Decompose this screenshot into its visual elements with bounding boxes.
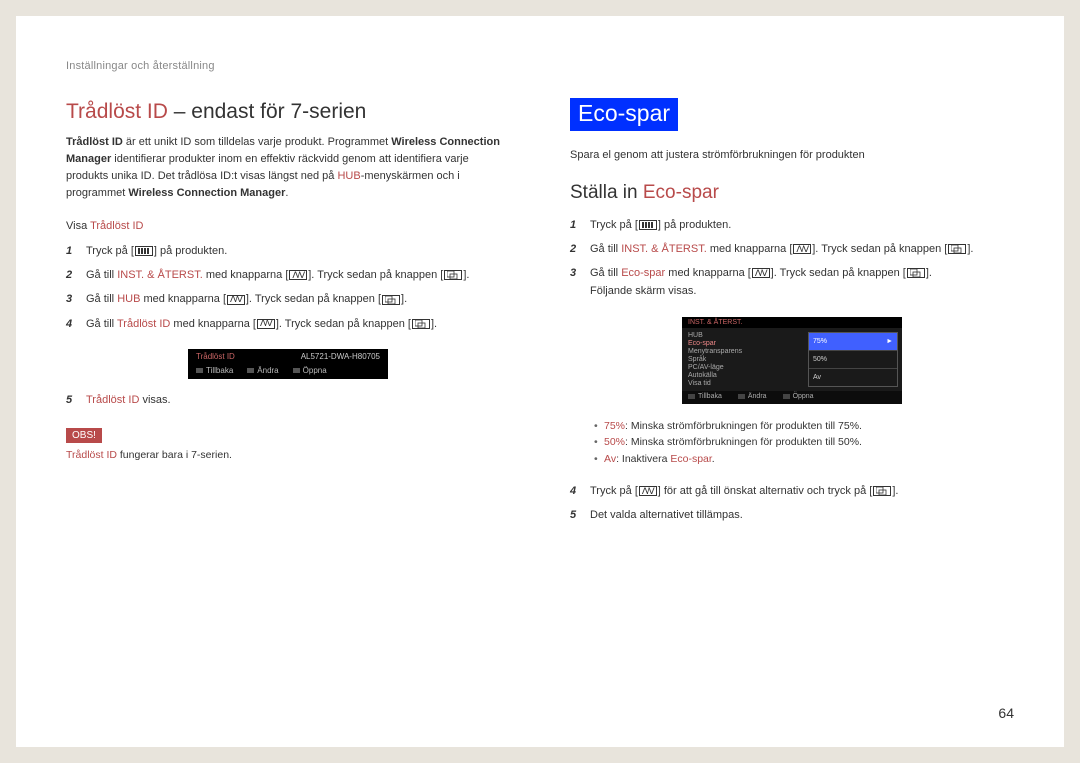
left-step-5: Trådlöst ID visas.	[66, 391, 510, 409]
updown-icon: ᐱ/ᐯ	[793, 244, 811, 254]
eco-spar-heading: Eco-spar	[570, 98, 678, 131]
heading-stalla-in: Ställa in Eco-spar	[570, 182, 1014, 204]
enter-icon	[412, 319, 430, 329]
obs-note: Trådlöst ID fungerar bara i 7-serien.	[66, 449, 510, 461]
option-off: Av: Inaktivera Eco-spar.	[594, 451, 1014, 468]
updown-icon: ᐱ/ᐯ	[257, 319, 275, 329]
right-step-2: Gå till INST. & ÅTERST. med knapparna [ᐱ…	[570, 240, 1014, 258]
intro-paragraph: Trådlöst ID är ett unikt ID som tilldela…	[66, 134, 510, 202]
heading-wireless-id: Trådlöst ID – endast för 7-serien	[66, 100, 510, 124]
manual-page: Inställningar och återställning Trådlöst…	[16, 16, 1064, 747]
left-step-3: Gå till HUB med knapparna [ᐱ/ᐯ]. Tryck s…	[66, 290, 510, 308]
right-step-5: Det valda alternativet tillämpas.	[570, 506, 1014, 524]
page-number: 64	[998, 705, 1014, 721]
enter-icon	[444, 270, 462, 280]
menu-icon	[639, 220, 657, 230]
updown-icon: ᐱ/ᐯ	[227, 295, 245, 305]
left-column: Inställningar och återställning Trådlöst…	[66, 60, 510, 703]
enter-icon	[873, 486, 891, 496]
right-steps-cont: Tryck på [ᐱ/ᐯ] för att gå till önskat al…	[570, 482, 1014, 524]
option-50: 50%: Minska strömförbrukningen för produ…	[594, 434, 1014, 451]
right-column: Eco-spar Spara el genom att justera strö…	[570, 60, 1014, 703]
sub-heading-visa: Visa Trådlöst ID	[66, 220, 510, 232]
enter-icon	[907, 268, 925, 278]
updown-icon: ᐱ/ᐯ	[289, 270, 307, 280]
enter-icon	[948, 244, 966, 254]
obs-badge: OBS!	[66, 428, 102, 443]
osd-screenshot-id: Trådlöst ID AL5721-DWA-H80705 Tillbaka Ä…	[188, 349, 388, 379]
breadcrumb: Inställningar och återställning	[66, 60, 510, 72]
left-step-4: Gå till Trådlöst ID med knapparna [ᐱ/ᐯ].…	[66, 315, 510, 333]
right-steps: Tryck på [] på produkten. Gå till INST. …	[570, 216, 1014, 301]
osd-screenshot-eco: INST. & ÅTERST. HUB Eco-spar Menytranspa…	[682, 317, 902, 404]
enter-icon	[382, 295, 400, 305]
left-step-1: Tryck på [] på produkten.	[66, 242, 510, 260]
updown-icon: ᐱ/ᐯ	[752, 268, 770, 278]
updown-icon: ᐱ/ᐯ	[639, 486, 657, 496]
left-steps-cont: Trådlöst ID visas.	[66, 391, 510, 409]
right-step-1: Tryck på [] på produkten.	[570, 216, 1014, 234]
right-step-3: Gå till Eco-spar med knapparna [ᐱ/ᐯ]. Tr…	[570, 264, 1014, 300]
option-75: 75%: Minska strömförbrukningen för produ…	[594, 418, 1014, 435]
right-step-4: Tryck på [ᐱ/ᐯ] för att gå till önskat al…	[570, 482, 1014, 500]
menu-icon	[135, 246, 153, 256]
eco-intro: Spara el genom att justera strömförbrukn…	[570, 147, 1014, 164]
left-steps: Tryck på [] på produkten. Gå till INST. …	[66, 242, 510, 333]
left-step-2: Gå till INST. & ÅTERST. med knapparna [ᐱ…	[66, 266, 510, 284]
eco-options-list: 75%: Minska strömförbrukningen för produ…	[570, 418, 1014, 468]
